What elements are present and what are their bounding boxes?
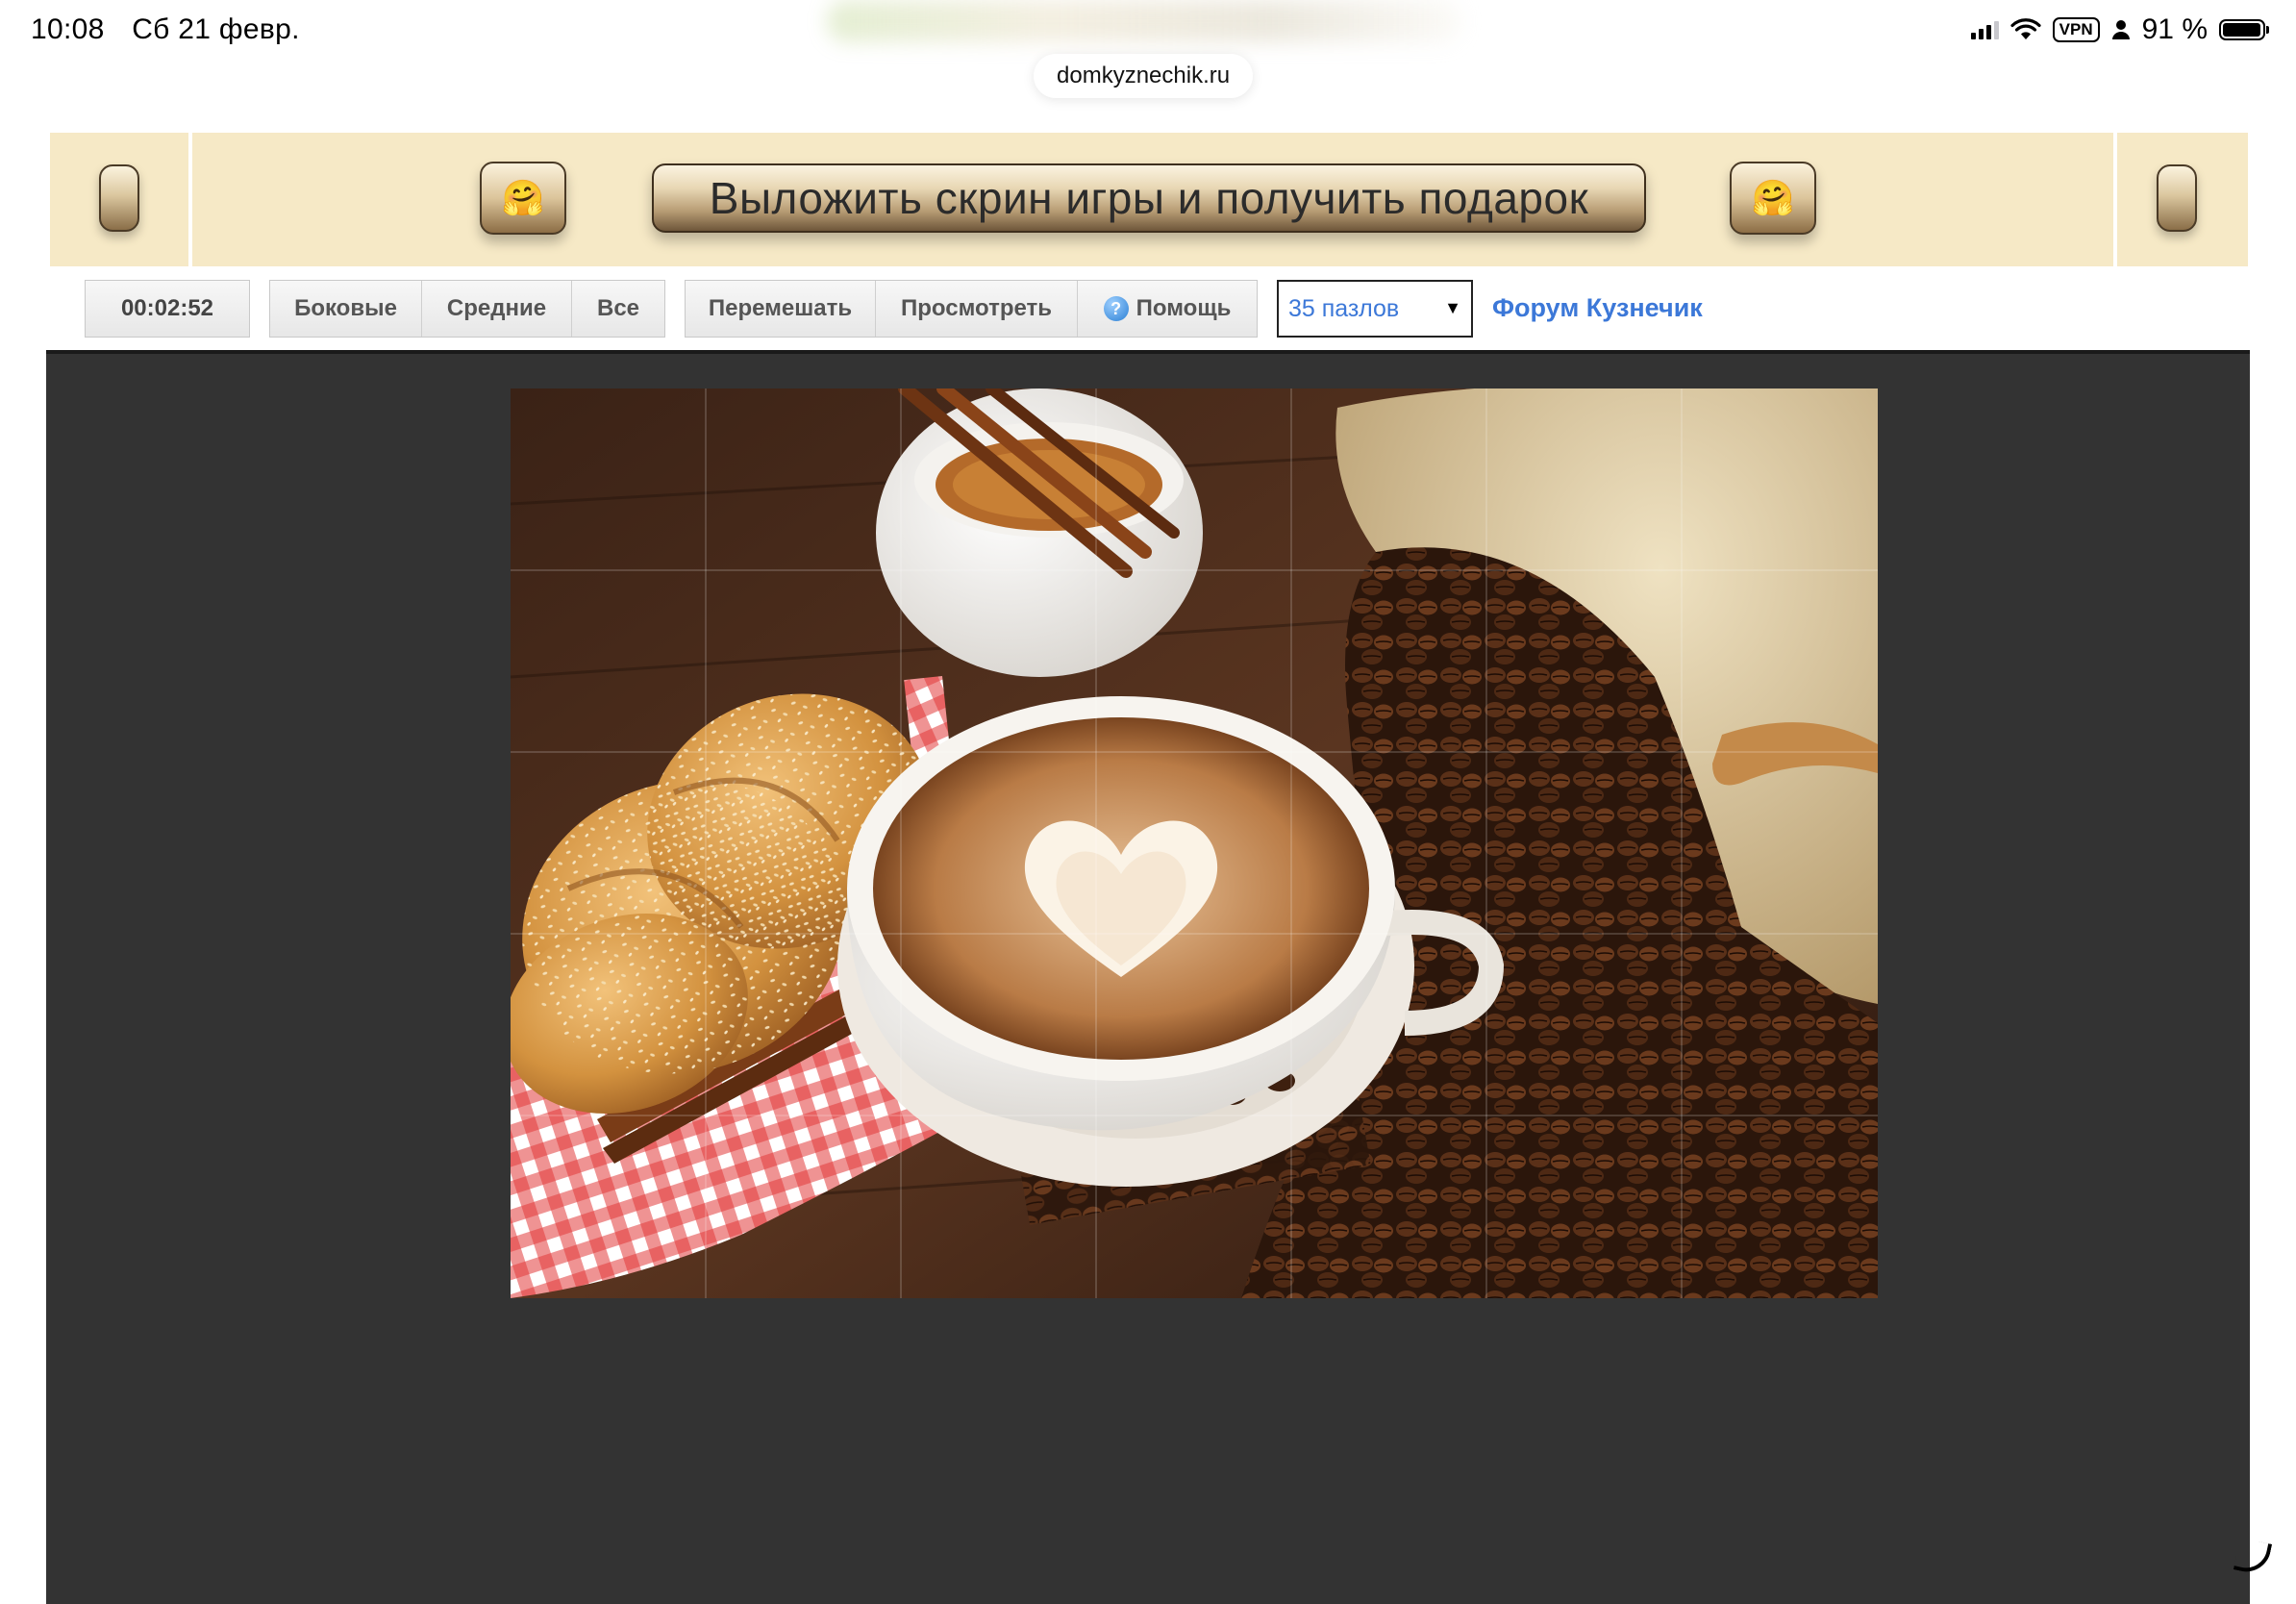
status-bar-left: 10:08 Сб 21 февр. xyxy=(31,13,300,46)
banner-right-pill[interactable] xyxy=(2157,164,2197,232)
action-button-group: Перемешать Просмотреть ? Помощь xyxy=(685,280,1258,338)
wifi-icon xyxy=(2010,18,2041,39)
person-icon xyxy=(2111,20,2130,39)
url-text: domkyznechik.ru xyxy=(1057,63,1231,88)
url-bar[interactable]: domkyznechik.ru xyxy=(1034,54,1254,98)
status-time: 10:08 xyxy=(31,13,105,45)
banner-divider-left xyxy=(188,133,192,266)
hugging-face-icon: 🤗 xyxy=(1751,178,1795,217)
middles-button[interactable]: Средние xyxy=(422,281,572,337)
resize-corner-icon xyxy=(2233,1537,2273,1577)
promo-label: Выложить скрин игры и получить подарок xyxy=(709,173,1589,223)
help-button[interactable]: ? Помощь xyxy=(1078,281,1257,337)
vpn-badge: VPN xyxy=(2052,17,2100,42)
shuffle-button[interactable]: Перемешать xyxy=(686,281,876,337)
banner-left-pill[interactable] xyxy=(99,164,139,232)
help-label: Помощь xyxy=(1136,295,1232,321)
battery-icon xyxy=(2219,19,2269,40)
piece-count-value: 35 пазлов xyxy=(1288,294,1400,322)
status-bar-right: VPN 91 % xyxy=(1970,13,2269,46)
dropdown-caret-icon: ▼ xyxy=(1444,298,1461,317)
edges-button[interactable]: Боковые xyxy=(270,281,422,337)
smiley-button-left[interactable]: 🤗 xyxy=(480,162,566,235)
timer-display: 00:02:52 xyxy=(85,280,250,338)
promo-banner: 🤗 Выложить скрин игры и получить подарок… xyxy=(50,133,2248,266)
preview-button[interactable]: Просмотреть xyxy=(876,281,1078,337)
smiley-button-right[interactable]: 🤗 xyxy=(1730,162,1816,235)
puzzle-grid-lines xyxy=(511,388,1878,1298)
puzzle-board xyxy=(46,350,2250,1604)
filter-button-group: Боковые Средние Все xyxy=(269,280,665,338)
status-date: Сб 21 февр. xyxy=(132,13,300,45)
piece-count-select[interactable]: 35 пазлов ▼ xyxy=(1277,280,1473,338)
cellular-signal-icon xyxy=(1970,20,1999,39)
status-bar: 10:08 Сб 21 февр. VPN 91 % xyxy=(0,0,2296,62)
all-button[interactable]: Все xyxy=(572,281,664,337)
hugging-face-icon: 🤗 xyxy=(501,178,545,217)
battery-percent: 91 % xyxy=(2141,13,2208,45)
help-icon: ? xyxy=(1103,296,1129,321)
game-toolbar: 00:02:52 Боковые Средние Все Перемешать … xyxy=(50,266,2248,349)
forum-link[interactable]: Форум Кузнечик xyxy=(1492,293,1703,323)
banner-divider-right xyxy=(2113,133,2117,266)
timer-value: 00:02:52 xyxy=(120,295,214,321)
promo-screenshot-button[interactable]: Выложить скрин игры и получить подарок xyxy=(652,163,1646,233)
puzzle-image-assembled[interactable] xyxy=(511,388,1878,1298)
